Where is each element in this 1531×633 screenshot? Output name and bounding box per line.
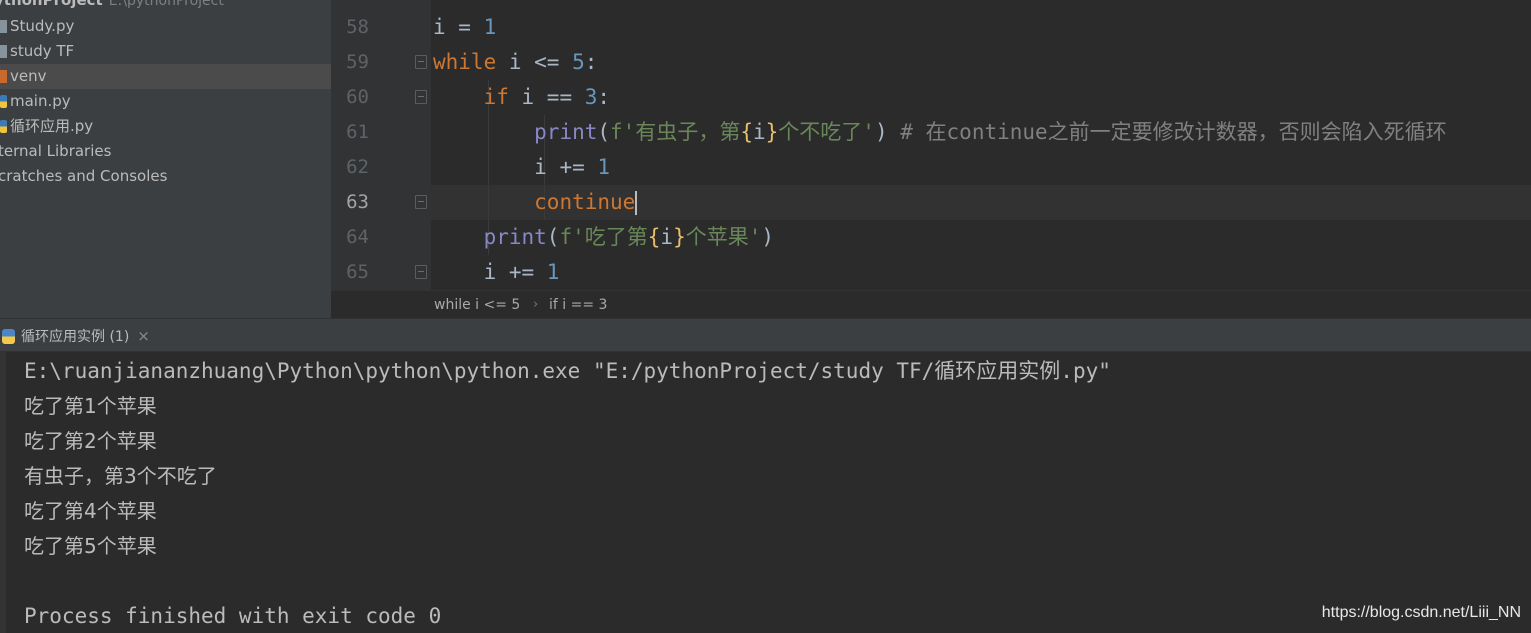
line-number: 65	[346, 261, 369, 283]
run-tool-window-header: 循环应用实例 (1) ×	[0, 318, 1531, 352]
line-number: 60	[346, 86, 369, 108]
line-number: 59	[346, 51, 369, 73]
tree-item-external-libraries[interactable]: ternal Libraries	[0, 139, 331, 164]
console-line: 吃了第2个苹果	[24, 429, 157, 453]
console-line-exit: Process finished with exit code 0	[24, 604, 442, 628]
console-line: 吃了第4个苹果	[24, 499, 157, 523]
line-number: 62	[346, 156, 369, 178]
console-line: 有虫子，第3个不吃了	[24, 464, 217, 488]
code-line-59: while i <= 5:	[433, 50, 598, 74]
folder-excluded-icon	[0, 70, 7, 83]
code-line-64: print(f'吃了第{i}个苹果')	[483, 225, 775, 249]
code-editor[interactable]: 58 59 60 61 62 63 64 65 i = 1 while i <=…	[331, 0, 1531, 318]
folder-icon	[0, 20, 7, 33]
python-icon	[2, 328, 15, 344]
line-number: 64	[346, 226, 369, 248]
fold-end-icon[interactable]	[415, 195, 427, 209]
folder-icon	[0, 45, 7, 58]
console-line: E:\ruanjiananzhuang\Python\python\python…	[24, 359, 1111, 383]
editor-gutter: 58 59 60 61 62 63 64 65	[331, 0, 431, 290]
line-number: 61	[346, 121, 369, 143]
close-icon[interactable]: ×	[137, 327, 150, 345]
fold-end-icon[interactable]	[415, 265, 427, 279]
run-console[interactable]: E:\ruanjiananzhuang\Python\python\python…	[0, 352, 1531, 633]
fold-toggle-icon[interactable]	[415, 55, 427, 69]
run-tab-label: 循环应用实例 (1)	[21, 329, 130, 345]
python-file-icon	[0, 120, 7, 133]
project-path: E:\pythonProject	[108, 0, 224, 9]
python-file-icon	[0, 95, 7, 108]
breadcrumb-separator: ›	[533, 297, 539, 312]
watermark: https://blog.csdn.net/Liii_NN	[1321, 604, 1521, 621]
tree-item-main-py[interactable]: main.py	[0, 89, 331, 114]
tree-item-label: study TF	[10, 42, 75, 60]
tree-item-label: ternal Libraries	[0, 142, 112, 160]
fold-toggle-icon[interactable]	[415, 90, 427, 104]
tree-item-label: venv	[10, 67, 47, 85]
code-line-60: if i == 3:	[483, 85, 611, 109]
code-line-61: print(f'有虫子，第{i}个不吃了') # 在continue之前一定要修…	[534, 120, 1447, 144]
tree-item-label: 循环应用.py	[10, 117, 94, 135]
line-number-active: 63	[346, 191, 369, 213]
breadcrumb-item-while[interactable]: while i <= 5	[434, 291, 520, 318]
breadcrumb-item-if[interactable]: if i == 3	[549, 291, 607, 318]
code-line-63: continue	[534, 190, 638, 215]
tree-item-study-tf[interactable]: study TF	[0, 39, 331, 64]
code-comment: # 在continue之前一定要修改计数器，否则会陷入死循环	[887, 120, 1447, 144]
code-line-58: i = 1	[433, 15, 497, 39]
tree-item-venv[interactable]: venv	[0, 64, 331, 89]
project-root[interactable]: ythonProject E:\pythonProject	[0, 0, 224, 11]
code-line-65: i += 1	[483, 260, 560, 284]
tree-item-study-py[interactable]: Study.py	[0, 14, 331, 39]
code-area[interactable]: i = 1 while i <= 5: if i == 3: print(f'有…	[431, 0, 1531, 290]
project-tool-window: ythonProject E:\pythonProject Study.py st…	[0, 0, 331, 318]
tree-item-loop-py[interactable]: 循环应用.py	[0, 114, 331, 139]
console-line: 吃了第1个苹果	[24, 394, 157, 418]
line-number: 58	[346, 16, 369, 38]
project-name: ythonProject	[0, 0, 103, 9]
text-caret	[635, 191, 638, 215]
run-tab[interactable]: 循环应用实例 (1) ×	[0, 319, 150, 353]
console-gutter	[0, 352, 6, 633]
editor-breadcrumb: while i <= 5 › if i == 3	[331, 290, 1531, 318]
tree-item-label: main.py	[10, 92, 71, 110]
tree-item-label: cratches and Consoles	[0, 167, 168, 185]
console-line: 吃了第5个苹果	[24, 534, 157, 558]
code-line-62: i += 1	[534, 155, 611, 179]
tree-item-label: Study.py	[10, 17, 75, 35]
tree-item-scratches-consoles[interactable]: cratches and Consoles	[0, 164, 331, 189]
